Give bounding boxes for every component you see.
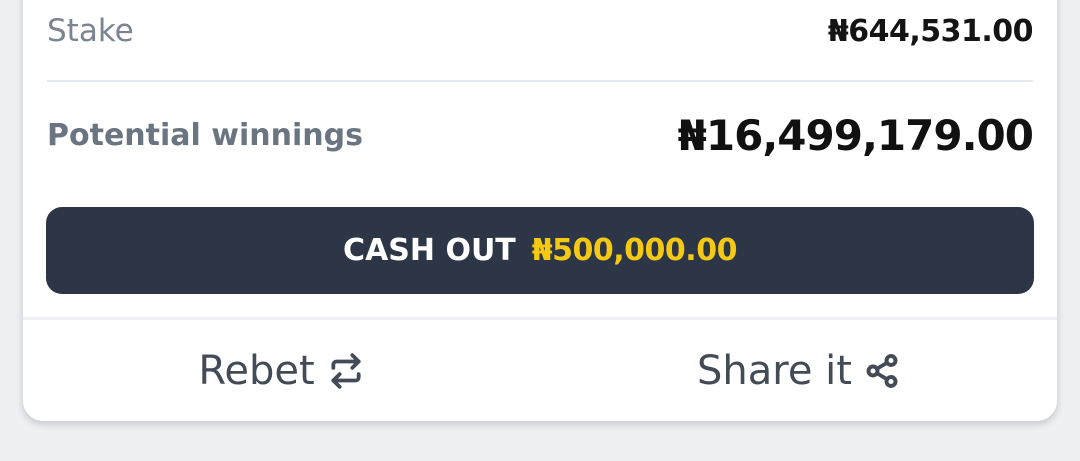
share-label: Share it [697,347,852,394]
share-button[interactable]: Share it [540,320,1057,421]
cash-out-amount: ₦500,000.00 [531,233,738,268]
stake-row: Stake ₦644,531.00 [47,0,1034,62]
repeat-icon [327,352,365,390]
divider [47,80,1033,82]
cash-out-label: CASH OUT [343,233,516,268]
rebet-label: Rebet [198,347,315,394]
share-icon [864,353,900,389]
stake-value: ₦644,531.00 [827,13,1034,49]
bet-summary-card: Stake ₦644,531.00 Potential winnings ₦16… [23,0,1057,421]
potential-winnings-label: Potential winnings [47,117,363,153]
stake-label: Stake [47,13,134,49]
potential-winnings-value: ₦16,499,179.00 [677,110,1034,160]
cash-out-button[interactable]: CASH OUT ₦500,000.00 [46,207,1034,294]
potential-winnings-row: Potential winnings ₦16,499,179.00 [47,100,1034,170]
action-footer: Rebet Share it [23,320,1057,421]
rebet-button[interactable]: Rebet [23,320,540,421]
